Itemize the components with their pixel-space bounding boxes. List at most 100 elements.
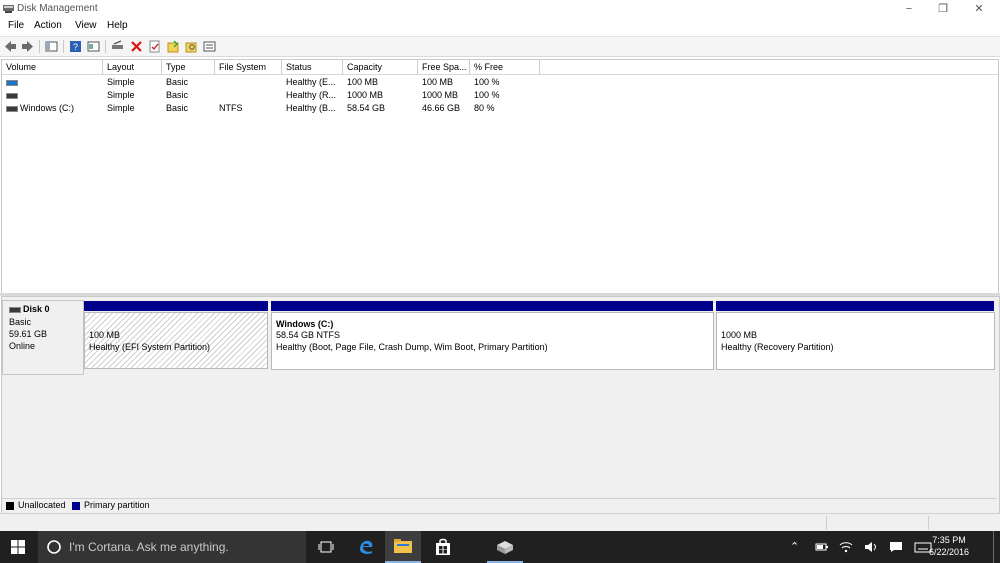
list-view-icon[interactable] bbox=[203, 40, 216, 53]
task-view-button[interactable] bbox=[308, 531, 344, 563]
partition-size: 58.54 GB NTFS bbox=[276, 330, 341, 340]
column-header-free-space[interactable]: Free Spa... bbox=[418, 60, 470, 74]
file-system-cell bbox=[215, 76, 282, 89]
menu-bar: File Action View Help bbox=[0, 18, 1000, 35]
file-system-cell: NTFS bbox=[219, 103, 243, 113]
percent-free-cell: 100 % bbox=[474, 90, 500, 100]
status-divider bbox=[826, 516, 827, 530]
menu-file[interactable]: File bbox=[8, 20, 24, 31]
start-button[interactable] bbox=[0, 531, 38, 563]
cortana-search-box[interactable]: I'm Cortana. Ask me anything. bbox=[38, 531, 306, 563]
percent-free-cell: 100 % bbox=[474, 77, 500, 87]
folder-icon bbox=[394, 539, 412, 553]
legend-unallocated: Unallocated bbox=[18, 500, 66, 510]
disk-label-box[interactable]: Disk 0 Basic 59.61 GB Online bbox=[2, 300, 84, 375]
close-button[interactable]: ✕ bbox=[962, 0, 996, 18]
volume-speaker-icon[interactable] bbox=[864, 541, 878, 553]
recovery-partition-bar bbox=[716, 301, 994, 311]
partition-title: Windows (C:) bbox=[276, 319, 334, 329]
toolbar-separator bbox=[105, 40, 106, 53]
volume-icon bbox=[6, 92, 18, 99]
volume-cell: Windows (C:) bbox=[2, 102, 103, 115]
search-placeholder: I'm Cortana. Ask me anything. bbox=[69, 540, 229, 554]
volume-icon bbox=[6, 105, 18, 112]
capacity-cell: 100 MB bbox=[347, 77, 379, 87]
capacity-cell: 58.54 GB bbox=[347, 103, 386, 113]
wifi-icon[interactable] bbox=[839, 540, 853, 553]
help-icon[interactable]: ? bbox=[69, 40, 82, 53]
disk-name: Disk 0 bbox=[23, 304, 50, 314]
open-folder-icon[interactable] bbox=[167, 40, 180, 53]
column-header-volume[interactable]: Volume bbox=[2, 60, 103, 74]
type-cell: Basic bbox=[166, 103, 189, 113]
properties-icon[interactable] bbox=[87, 40, 100, 53]
disk-kind: Basic bbox=[9, 317, 32, 327]
volume-cell bbox=[2, 76, 103, 89]
connect-disk-icon[interactable] bbox=[111, 40, 124, 53]
partition-size: 100 MB bbox=[89, 330, 121, 340]
delete-icon[interactable] bbox=[130, 40, 143, 53]
disk-management-icon bbox=[3, 5, 14, 13]
free-space-cell: 1000 MB bbox=[422, 90, 459, 100]
status-cell: Healthy (E... bbox=[286, 77, 336, 87]
menu-view[interactable]: View bbox=[75, 20, 97, 31]
free-space-cell: 100 MB bbox=[422, 77, 454, 87]
clock-time: 7:35 PM bbox=[932, 535, 966, 545]
toolbar: ? bbox=[0, 36, 1000, 57]
toolbar-separator bbox=[63, 40, 64, 53]
volume-icon bbox=[6, 79, 18, 86]
show-hide-console-tree-icon[interactable] bbox=[45, 40, 58, 53]
store-bag-icon bbox=[436, 538, 450, 555]
window-title: Disk Management bbox=[17, 3, 98, 14]
column-header-type[interactable]: Type bbox=[162, 60, 215, 74]
svg-text:?: ? bbox=[73, 42, 78, 52]
back-arrow-icon[interactable] bbox=[4, 40, 17, 53]
disk-management-app-icon bbox=[497, 541, 513, 554]
volume-cell bbox=[2, 89, 103, 102]
volume-row[interactable]: Windows (C:) Simple Basic NTFS Healthy (… bbox=[2, 102, 998, 115]
column-header-percent-free[interactable]: % Free bbox=[470, 60, 540, 74]
battery-icon[interactable] bbox=[815, 542, 829, 552]
check-icon[interactable] bbox=[148, 40, 161, 53]
store-button[interactable] bbox=[425, 531, 461, 563]
forward-arrow-icon[interactable] bbox=[21, 40, 34, 53]
volume-list: Volume Layout Type File System Status Ca… bbox=[1, 59, 999, 294]
clock-date: 6/22/2016 bbox=[928, 547, 970, 557]
disk-state: Online bbox=[9, 341, 36, 351]
windows-partition[interactable]: Windows (C:) 58.54 GB NTFS Healthy (Boot… bbox=[271, 312, 714, 370]
column-header-file-system[interactable]: File System bbox=[215, 60, 282, 74]
type-cell: Basic bbox=[166, 77, 189, 87]
disk-management-taskbar-button[interactable] bbox=[487, 531, 523, 563]
recovery-partition[interactable]: 1000 MB Healthy (Recovery Partition) bbox=[716, 312, 995, 370]
efi-partition-bar bbox=[84, 301, 268, 311]
layout-cell: Simple bbox=[107, 103, 135, 113]
volume-row[interactable]: Simple Basic Healthy (E... 100 MB 100 MB… bbox=[2, 76, 998, 89]
legend: Unallocated Primary partition bbox=[2, 498, 997, 512]
menu-help[interactable]: Help bbox=[107, 20, 128, 31]
volume-list-header: Volume Layout Type File System Status Ca… bbox=[2, 60, 998, 75]
windows-logo-icon bbox=[11, 540, 25, 554]
show-desktop-button[interactable] bbox=[993, 531, 1000, 563]
column-header-status[interactable]: Status bbox=[282, 60, 343, 74]
windows-partition-bar bbox=[271, 301, 713, 311]
status-cell: Healthy (B... bbox=[286, 103, 336, 113]
partition-size: 1000 MB bbox=[721, 330, 758, 340]
maximize-button[interactable]: ❐ bbox=[926, 0, 960, 18]
action-center-icon[interactable] bbox=[889, 541, 903, 553]
percent-free-cell: 80 % bbox=[474, 103, 495, 113]
clock[interactable]: 7:35 PM 6/22/2016 bbox=[914, 534, 984, 558]
edge-button[interactable] bbox=[348, 531, 384, 563]
efi-partition[interactable]: 100 MB Healthy (EFI System Partition) bbox=[84, 312, 268, 369]
search-folder-icon[interactable] bbox=[185, 40, 198, 53]
minimize-button[interactable]: − bbox=[892, 0, 926, 18]
volume-row[interactable]: Simple Basic Healthy (R... 1000 MB 1000 … bbox=[2, 89, 998, 102]
show-hidden-icons-button[interactable]: ⌃ bbox=[790, 540, 799, 553]
disk-size: 59.61 GB bbox=[9, 329, 48, 339]
column-header-capacity[interactable]: Capacity bbox=[343, 60, 418, 74]
partition-status: Healthy (Boot, Page File, Crash Dump, Wi… bbox=[276, 342, 548, 352]
column-header-layout[interactable]: Layout bbox=[103, 60, 162, 74]
file-explorer-button[interactable] bbox=[385, 531, 421, 563]
partition-status: Healthy (Recovery Partition) bbox=[721, 342, 834, 352]
title-bar: Disk Management − ❐ ✕ bbox=[0, 0, 1000, 18]
menu-action[interactable]: Action bbox=[34, 20, 62, 31]
